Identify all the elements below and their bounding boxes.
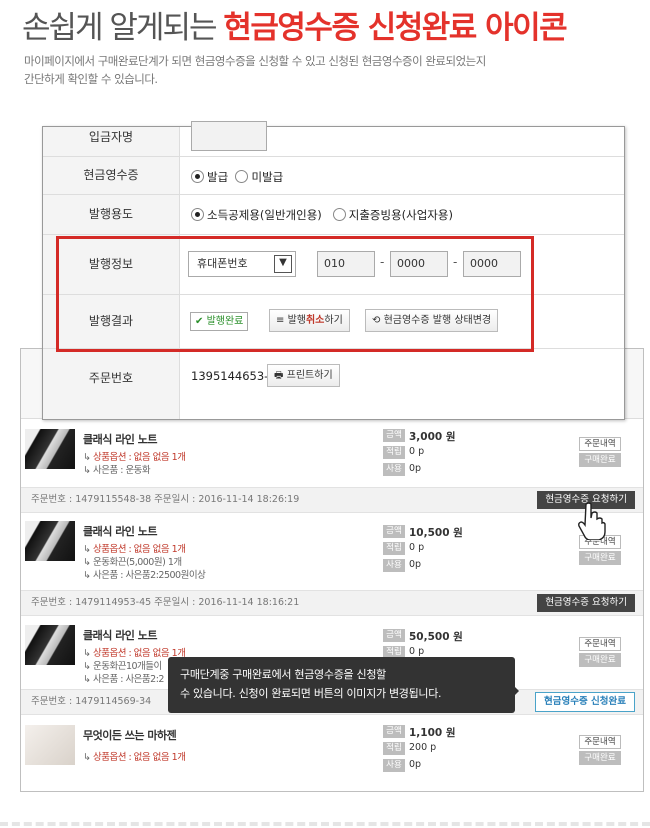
points-value: 0 p bbox=[409, 446, 425, 457]
used-tag: 사용 bbox=[383, 559, 405, 572]
list-item: 클래식 라인 노트 ↳ 상품옵션 : 없음 없음 1개 ↳ 운동화끈(5,000… bbox=[21, 519, 643, 591]
points-tag: 적립 bbox=[383, 542, 405, 555]
request-receipt-button[interactable]: 현금영수증 요청하기 bbox=[537, 594, 635, 612]
list-item: 클래식 라인 노트 ↳ 상품옵션 : 없음 없음 1개 ↳ 사은품 : 운동화 … bbox=[21, 427, 643, 489]
product-gift: 사은품 : 운동화 bbox=[92, 465, 151, 476]
product-name[interactable]: 무엇이든 쓰는 마하젠 bbox=[83, 727, 177, 743]
description-line: 간단하게 확인할 수 있습니다. bbox=[24, 72, 158, 86]
product-thumbnail[interactable] bbox=[25, 521, 75, 561]
description-line: 마이페이지에서 구매완료단계가 되면 현금영수증을 신청할 수 있고 신청된 현… bbox=[24, 54, 486, 68]
amount-value: 50,500 원 bbox=[409, 631, 463, 643]
amount-tag: 금액 bbox=[383, 725, 405, 738]
order-meta-text: 주문번호 : 1479114953-45 주문일시 : 2016-11-14 1… bbox=[31, 597, 300, 608]
tooltip-line: 구매단계중 구매완료에서 현금영수증을 신청할 bbox=[180, 668, 386, 681]
purchase-complete-badge: 구매완료 bbox=[579, 551, 621, 565]
product-thumbnail[interactable] bbox=[25, 625, 75, 665]
order-number: 1395144653-9 bbox=[191, 369, 276, 383]
order-detail-button[interactable]: 주문내역 bbox=[579, 735, 621, 749]
radio-issue[interactable] bbox=[191, 170, 204, 183]
highlight-box bbox=[56, 236, 534, 352]
headline-light: 손쉽게 알게되는 bbox=[22, 10, 224, 46]
order-row: 주문번호 1395144653-9 🖶 프린트하기 bbox=[43, 349, 624, 419]
tooltip-line: 수 있습니다. 신청이 완료되면 버튼의 이미지가 변경됩니다. bbox=[180, 687, 442, 700]
radio-expense-proof[interactable] bbox=[332, 208, 346, 221]
radio-income-deduction-label: 소득공제용(일반개인용) bbox=[207, 208, 322, 222]
product-option: 상품옵션 : 없음 없음 1개 bbox=[92, 752, 186, 763]
amount-value: 10,500 원 bbox=[409, 527, 463, 539]
radio-no-issue[interactable] bbox=[235, 170, 249, 183]
product-name[interactable]: 클래식 라인 노트 bbox=[83, 431, 158, 447]
amount-value: 1,100 원 bbox=[409, 727, 456, 739]
order-meta-text: 주문번호 : 1479115548-38 주문일시 : 2016-11-14 1… bbox=[31, 494, 300, 505]
product-gift: 사은품 : 사은품2:2500원이상 bbox=[92, 570, 206, 581]
product-thumbnail[interactable] bbox=[25, 429, 75, 469]
receipt-row: 현금영수증 발급 미발급 bbox=[43, 157, 624, 195]
receipt-complete-button[interactable]: 현금영수증 신청완료 bbox=[535, 692, 635, 712]
print-label: 프린트하기 bbox=[286, 370, 333, 381]
usage-label: 발행용도 bbox=[43, 195, 180, 234]
points-tag: 적립 bbox=[383, 742, 405, 755]
purchase-complete-badge: 구매완료 bbox=[579, 751, 621, 765]
used-value: 0p bbox=[409, 759, 422, 770]
points-value: 0 p bbox=[409, 646, 425, 657]
product-thumbnail[interactable] bbox=[25, 725, 75, 765]
order-meta-text: 주문번호 : 1479114569-34 bbox=[31, 696, 152, 707]
points-value: 200 p bbox=[409, 742, 437, 753]
order-detail-button[interactable]: 주문내역 bbox=[579, 437, 621, 451]
product-gift: 사은품 : 사은품2:2 bbox=[92, 674, 164, 685]
amount-tag: 금액 bbox=[383, 629, 405, 642]
print-button[interactable]: 🖶 프린트하기 bbox=[267, 364, 340, 387]
usage-row: 발행용도 소득공제용(일반개인용) 지출증빙용(사업자용) bbox=[43, 195, 624, 235]
amount-tag: 금액 bbox=[383, 429, 405, 442]
used-value: 0p bbox=[409, 463, 422, 474]
points-tag: 적립 bbox=[383, 446, 405, 459]
tooltip: 구매단계중 구매완료에서 현금영수증을 신청할 수 있습니다. 신청이 완료되면… bbox=[168, 657, 519, 713]
amount-tag: 금액 bbox=[383, 525, 405, 538]
headline: 손쉽게 알게되는 현금영수증 신청완료 아이콘 bbox=[22, 2, 568, 47]
radio-income-deduction[interactable] bbox=[191, 208, 204, 221]
divider bbox=[0, 822, 650, 826]
radio-issue-label: 발급 bbox=[207, 170, 229, 184]
radio-expense-proof-label: 지출증빙용(사업자용) bbox=[348, 208, 453, 222]
product-name[interactable]: 클래식 라인 노트 bbox=[83, 523, 158, 539]
depositor-row: 입금자명 bbox=[43, 121, 624, 157]
purchase-complete-badge: 구매완료 bbox=[579, 653, 621, 667]
product-name[interactable]: 클래식 라인 노트 bbox=[83, 627, 158, 643]
used-value: 0p bbox=[409, 559, 422, 570]
depositor-label: 입금자명 bbox=[43, 127, 180, 156]
used-tag: 사용 bbox=[383, 463, 405, 476]
purchase-complete-badge: 구매완료 bbox=[579, 453, 621, 467]
headline-bold: 현금영수증 신청완료 아이콘 bbox=[223, 10, 567, 46]
points-value: 0 p bbox=[409, 542, 425, 553]
printer-icon: 🖶 bbox=[274, 370, 284, 381]
hand-cursor-icon bbox=[578, 502, 606, 540]
list-item: 무엇이든 쓰는 마하젠 ↳ 상품옵션 : 없음 없음 1개 금액 1,100 원… bbox=[21, 723, 643, 785]
order-label: 주문번호 bbox=[43, 349, 180, 419]
radio-no-issue-label: 미발급 bbox=[251, 170, 284, 184]
receipt-label: 현금영수증 bbox=[43, 157, 180, 194]
order-detail-button[interactable]: 주문내역 bbox=[579, 637, 621, 651]
amount-value: 3,000 원 bbox=[409, 431, 456, 443]
order-meta: 주문번호 : 1479114953-45 주문일시 : 2016-11-14 1… bbox=[21, 590, 643, 616]
order-meta: 주문번호 : 1479115548-38 주문일시 : 2016-11-14 1… bbox=[21, 487, 643, 513]
description: 마이페이지에서 구매완료단계가 되면 현금영수증을 신청할 수 있고 신청된 현… bbox=[24, 52, 624, 88]
used-tag: 사용 bbox=[383, 759, 405, 772]
depositor-input[interactable] bbox=[191, 121, 267, 151]
